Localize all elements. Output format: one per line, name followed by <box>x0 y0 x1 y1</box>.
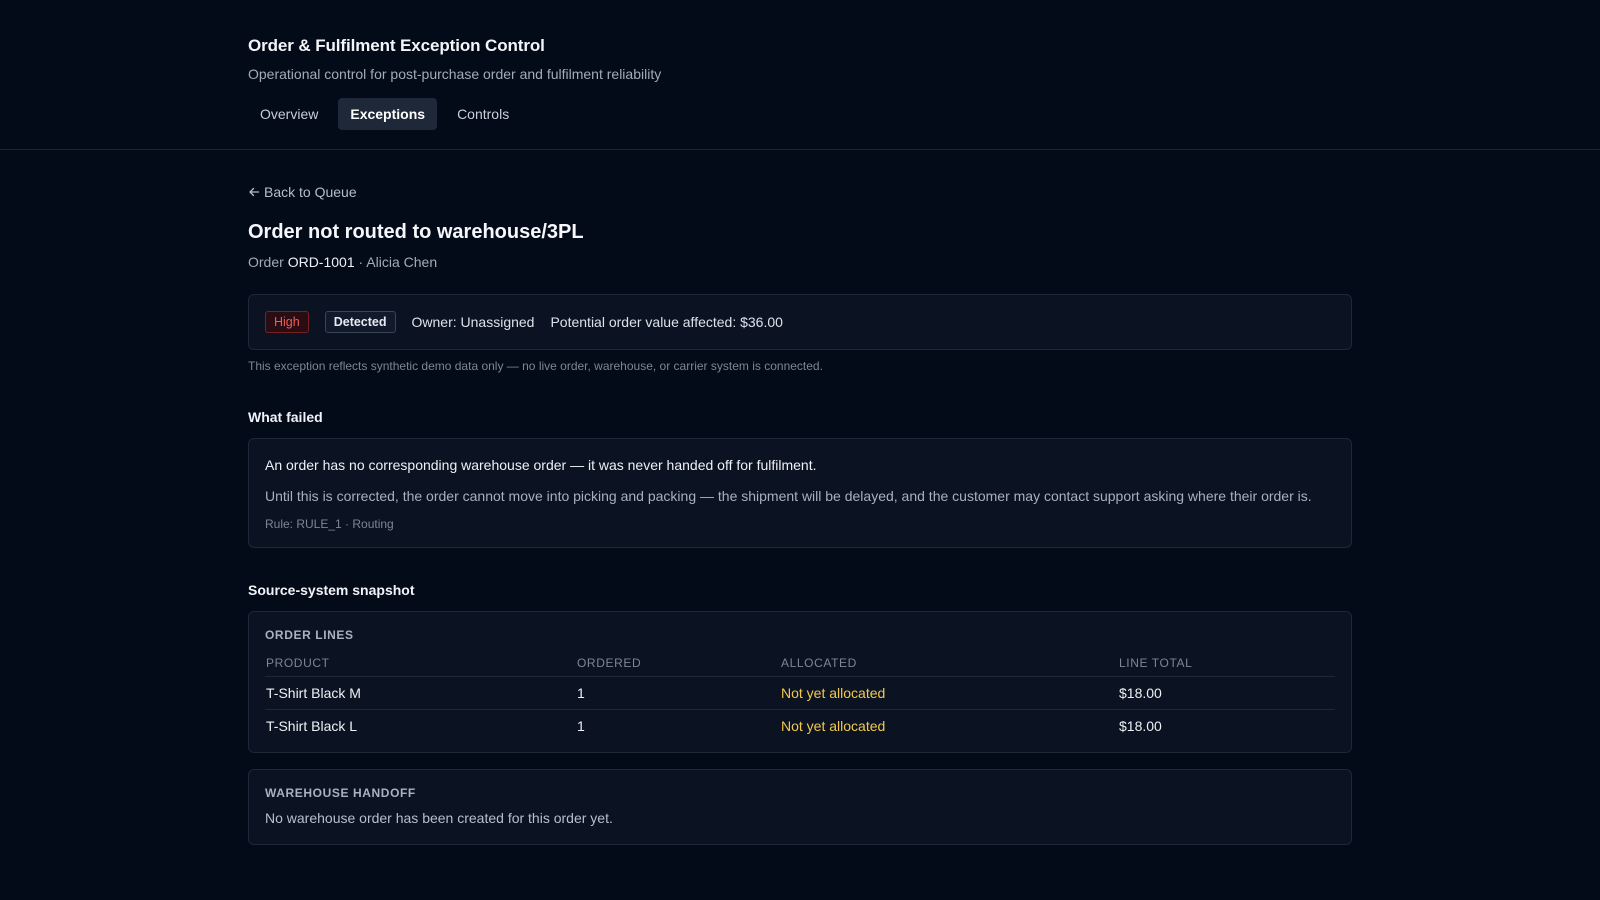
exception-title: Order not routed to warehouse/3PL <box>248 221 584 243</box>
app-header: Order & Fulfilment Exception Control Ope… <box>0 0 1600 150</box>
table-row: T-Shirt Black M 1 Not yet allocated $18.… <box>265 677 1335 710</box>
column-header-product: PRODUCT <box>265 654 576 677</box>
what-failed-card: An order has no corresponding warehouse … <box>248 438 1352 548</box>
column-header-line-total: LINE TOTAL <box>1118 654 1335 677</box>
arrow-left-icon <box>249 187 260 197</box>
allocated-cell: Not yet allocated <box>781 685 886 701</box>
app-title: Order & Fulfilment Exception Control <box>248 36 545 55</box>
order-prefix: Order <box>248 254 284 270</box>
rule-reference: Rule: RULE_1 · Routing <box>265 517 394 531</box>
order-lines-table: PRODUCT ORDERED ALLOCATED LINE TOTAL T-S… <box>265 654 1335 742</box>
meta-separator: · <box>358 254 364 270</box>
snapshot-heading: Source-system snapshot <box>248 582 415 598</box>
demo-disclaimer: This exception reflects synthetic demo d… <box>248 359 823 373</box>
line-total-cell: $18.00 <box>1118 709 1335 742</box>
severity-badge: High <box>265 311 309 333</box>
what-failed-heading: What failed <box>248 409 323 425</box>
ordered-cell: 1 <box>577 685 585 701</box>
status-card: High Detected Owner: Unassigned Potentia… <box>248 294 1352 350</box>
order-meta: Order ORD-1001 · Alicia Chen <box>248 254 1352 270</box>
order-lines-card: ORDER LINES PRODUCT ORDERED ALLOCATED LI… <box>248 611 1352 753</box>
customer-name: Alicia Chen <box>366 254 438 270</box>
product-cell: T-Shirt Black L <box>265 709 576 742</box>
main-content: Back to Queue Order not routed to wareho… <box>248 150 1352 845</box>
warehouse-handoff-card: WAREHOUSE HANDOFF No warehouse order has… <box>248 769 1352 845</box>
column-header-allocated: ALLOCATED <box>780 654 1118 677</box>
back-to-queue-link[interactable]: Back to Queue <box>248 184 357 200</box>
owner-label: Owner: Unassigned <box>411 314 535 330</box>
nav-tabs: Overview Exceptions Controls <box>248 98 1600 130</box>
ordered-cell: 1 <box>576 709 780 742</box>
table-row: T-Shirt Black L 1 Not yet allocated $18.… <box>265 709 1335 742</box>
tab-controls[interactable]: Controls <box>445 98 521 130</box>
tab-overview[interactable]: Overview <box>248 98 330 130</box>
product-cell: T-Shirt Black M <box>266 685 361 701</box>
failure-headline: An order has no corresponding warehouse … <box>265 457 817 473</box>
order-lines-label: ORDER LINES <box>265 628 354 642</box>
column-header-ordered: ORDERED <box>576 654 780 677</box>
warehouse-handoff-label: WAREHOUSE HANDOFF <box>265 786 416 800</box>
back-link-label: Back to Queue <box>264 184 357 200</box>
status-badge: Detected <box>324 311 396 333</box>
line-total-cell: $18.00 <box>1119 685 1162 701</box>
app-subtitle: Operational control for post-purchase or… <box>248 66 662 82</box>
value-affected: Potential order value affected: $36.00 <box>550 314 783 330</box>
failure-impact: Until this is corrected, the order canno… <box>265 488 1312 504</box>
order-id: ORD-1001 <box>287 254 355 270</box>
tab-exceptions[interactable]: Exceptions <box>338 98 438 130</box>
table-header-row: PRODUCT ORDERED ALLOCATED LINE TOTAL <box>265 654 1335 677</box>
allocated-cell: Not yet allocated <box>780 709 1118 742</box>
warehouse-handoff-text: No warehouse order has been created for … <box>265 810 613 826</box>
